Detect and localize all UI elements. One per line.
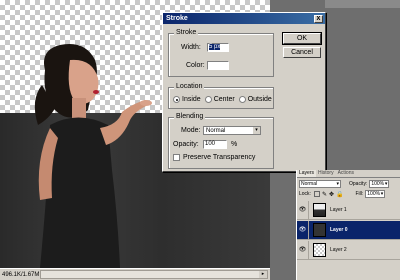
- color-label: Color:: [186, 62, 205, 69]
- mode-select[interactable]: Normal ▾: [203, 126, 261, 135]
- dialog-title: Stroke: [166, 15, 188, 22]
- width-input[interactable]: 5 px: [207, 43, 229, 52]
- stroke-group-label: Stroke: [174, 29, 199, 36]
- tab-actions[interactable]: Actions: [336, 170, 356, 177]
- document-size-text: 496.1K/1.67M: [2, 271, 40, 278]
- blending-group: Blending Mode: Normal ▾ Opacity: 100 % P…: [168, 113, 274, 169]
- blend-mode-select[interactable]: Normal: [299, 180, 341, 188]
- eye-icon[interactable]: 👁: [297, 200, 309, 220]
- layer-opacity-input[interactable]: 100%: [369, 180, 390, 188]
- eye-icon[interactable]: 👁: [297, 240, 309, 260]
- fill-label: Fill:: [355, 191, 364, 197]
- center-radio[interactable]: [204, 96, 212, 103]
- layer-name: Layer 1: [330, 207, 347, 213]
- layers-palette: Layers History Actions Normal Opacity: 1…: [296, 170, 400, 280]
- tab-layers[interactable]: Layers: [297, 170, 317, 177]
- fill-input[interactable]: 100%: [365, 190, 386, 198]
- dialog-titlebar[interactable]: Stroke x: [163, 13, 325, 24]
- horizontal-scrollbar[interactable]: ▸: [40, 270, 268, 279]
- layer-row-layer-2[interactable]: 👁 Layer 2: [297, 240, 400, 260]
- outside-label: Outside: [247, 96, 272, 103]
- preserve-transparency-checkbox[interactable]: [173, 154, 180, 161]
- center-label: Center: [213, 96, 235, 103]
- scroll-right-arrow-icon[interactable]: ▸: [259, 271, 267, 278]
- top-panel-strip: [325, 0, 400, 8]
- brush-lock-icon[interactable]: ✎: [322, 191, 327, 198]
- status-bar: 496.1K/1.67M ▸: [0, 268, 270, 280]
- color-swatch[interactable]: [207, 61, 229, 70]
- opacity-unit: %: [231, 141, 238, 148]
- mode-label: Mode:: [181, 127, 201, 134]
- inside-radio[interactable]: [173, 96, 180, 103]
- layer-row-layer-0[interactable]: 👁 Layer 0: [297, 220, 400, 240]
- layer-thumbnail: [313, 203, 326, 217]
- layer-opacity-label: Opacity:: [349, 181, 368, 187]
- lock-all-icon[interactable]: 🔒: [336, 191, 343, 198]
- lock-transparency-icon[interactable]: [313, 191, 320, 197]
- blending-group-label: Blending: [174, 113, 206, 120]
- move-lock-icon[interactable]: ✥: [329, 191, 334, 198]
- outside-radio[interactable]: [238, 96, 246, 103]
- stroke-dialog: Stroke x Stroke Width: 5 px Color: Locat…: [162, 12, 326, 172]
- width-label: Width:: [181, 44, 201, 51]
- layer-row-layer-1[interactable]: 👁 Layer 1: [297, 200, 400, 220]
- tab-history[interactable]: History: [316, 170, 336, 177]
- palette-tabs: Layers History Actions: [297, 170, 400, 178]
- cancel-button[interactable]: Cancel: [283, 47, 321, 58]
- location-group-label: Location: [174, 83, 205, 90]
- stroke-group: Stroke Width: 5 px Color:: [168, 29, 274, 77]
- lock-label: Lock:: [299, 191, 311, 197]
- opacity-input[interactable]: 100: [203, 140, 227, 149]
- close-icon[interactable]: x: [314, 14, 323, 23]
- eye-icon[interactable]: 👁: [297, 220, 309, 240]
- chevron-down-icon[interactable]: ▾: [252, 127, 260, 134]
- layer-thumbnail: [313, 223, 326, 237]
- inside-label: Inside: [182, 96, 201, 103]
- layer-thumbnail: [313, 243, 326, 257]
- ok-button[interactable]: OK: [283, 33, 321, 44]
- layer-name: Layer 0: [330, 227, 348, 233]
- preserve-transparency-label: Preserve Transparency: [183, 154, 256, 161]
- opacity-label: Opacity:: [173, 141, 199, 148]
- location-group: Location Inside Center Outside: [168, 83, 274, 109]
- layer-name: Layer 2: [330, 247, 347, 253]
